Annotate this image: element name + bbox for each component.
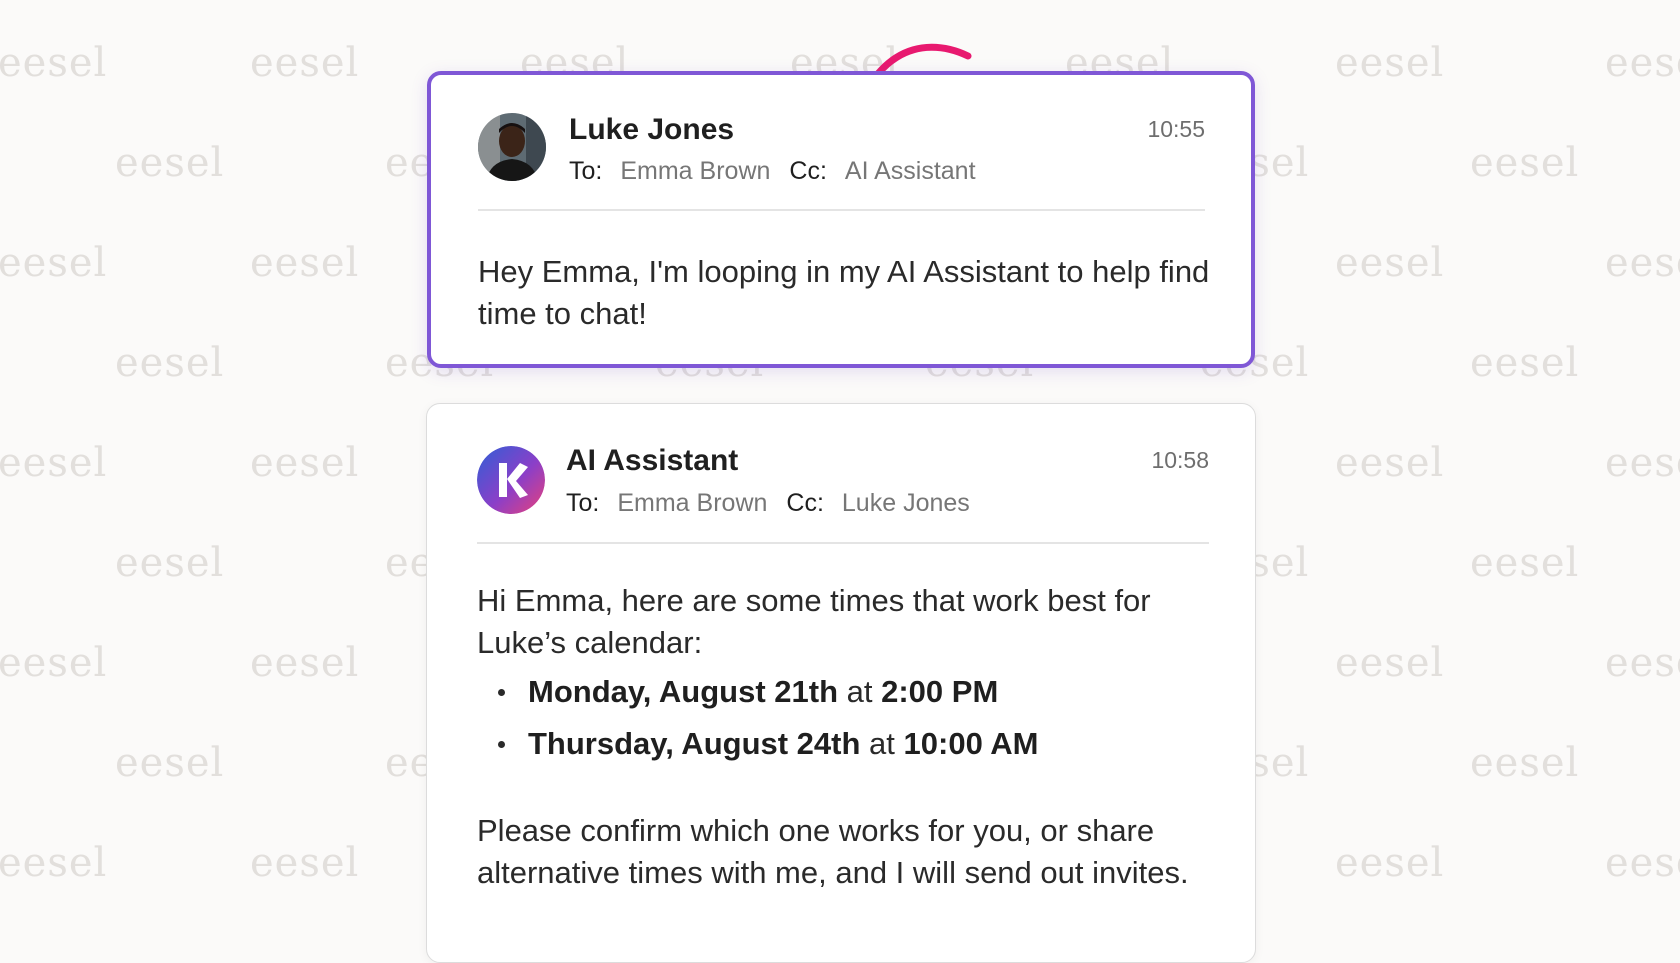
slot-day: Thursday, August 24th bbox=[528, 726, 861, 761]
message-time: 10:55 bbox=[1147, 116, 1205, 142]
watermark-text: eesel bbox=[0, 440, 108, 486]
watermark-text: eesel bbox=[115, 540, 225, 586]
to-recipient[interactable]: Emma Brown bbox=[617, 489, 767, 517]
to-recipient[interactable]: Emma Brown bbox=[620, 157, 770, 185]
email-card-ai-assistant[interactable]: AI Assistant 10:58 To: Emma Brown Cc: Luke … bbox=[426, 403, 1256, 963]
cc-label: Cc: bbox=[786, 489, 824, 517]
watermark-text: eesel bbox=[1605, 40, 1680, 86]
watermark-text: eesel bbox=[0, 40, 108, 86]
watermark-text: eesel bbox=[115, 140, 225, 186]
watermark-text: eesel bbox=[1605, 840, 1680, 886]
watermark-text: eesel bbox=[1335, 240, 1445, 286]
watermark-text: eesel bbox=[1335, 440, 1445, 486]
watermark-text: eesel bbox=[250, 640, 360, 686]
email-card-luke[interactable]: Luke Jones 10:55 To: Emma Brown Cc: AI Assi… bbox=[427, 71, 1255, 368]
watermark-text: eesel bbox=[1470, 740, 1580, 786]
slot-at: at bbox=[869, 726, 895, 761]
time-slot-list: Monday, August 21th at 2:00 PM Thursday,… bbox=[477, 666, 1039, 770]
message-body: Hey Emma, I'm looping in my AI Assistant… bbox=[478, 254, 1210, 331]
message-closing: Please confirm which one works for you, … bbox=[477, 813, 1189, 890]
watermark-text: eesel bbox=[0, 240, 108, 286]
watermark-text: eesel bbox=[250, 440, 360, 486]
time-slot-item: Monday, August 21th at 2:00 PM bbox=[477, 666, 1039, 718]
cc-recipient[interactable]: Luke Jones bbox=[842, 489, 970, 517]
slot-day: Monday, August 21th bbox=[528, 674, 838, 709]
recipients-line: To: Emma Brown Cc: Luke Jones bbox=[566, 489, 970, 518]
time-slot-item: Thursday, August 24th at 10:00 AM bbox=[477, 718, 1039, 770]
recipients-line: To: Emma Brown Cc: AI Assistant bbox=[569, 157, 976, 186]
watermark-text: eesel bbox=[1335, 840, 1445, 886]
watermark-text: eesel bbox=[1470, 140, 1580, 186]
watermark-text: eesel bbox=[250, 840, 360, 886]
header-divider bbox=[478, 209, 1205, 211]
watermark-text: eesel bbox=[1335, 40, 1445, 86]
bullet-icon bbox=[498, 741, 505, 748]
luke-avatar bbox=[478, 113, 546, 181]
slot-at: at bbox=[846, 674, 873, 709]
message-time: 10:58 bbox=[1151, 447, 1209, 473]
watermark-text: eesel bbox=[1605, 440, 1680, 486]
watermark-text: eesel bbox=[1470, 340, 1580, 386]
bullet-icon bbox=[498, 689, 505, 696]
ai-assistant-logo bbox=[477, 446, 545, 514]
watermark-text: eesel bbox=[1605, 640, 1680, 686]
sender-name: Luke Jones bbox=[569, 113, 735, 146]
header-divider bbox=[477, 542, 1209, 544]
watermark-text: eesel bbox=[1335, 640, 1445, 686]
watermark-text: eesel bbox=[115, 340, 225, 386]
watermark-text: eesel bbox=[250, 40, 360, 86]
watermark-text: eesel bbox=[250, 240, 360, 286]
to-label: To: bbox=[566, 489, 600, 517]
slot-time: 2:00 PM bbox=[881, 674, 999, 709]
watermark-text: eesel bbox=[1470, 540, 1580, 586]
message-intro: Hi Emma, here are some times that work b… bbox=[477, 583, 1151, 660]
watermark-text: eesel bbox=[0, 840, 108, 886]
to-label: To: bbox=[569, 157, 603, 185]
watermark-text: eesel bbox=[1605, 240, 1680, 286]
watermark-text: eesel bbox=[0, 640, 108, 686]
watermark-text: eesel bbox=[115, 740, 225, 786]
sender-name: AI Assistant bbox=[566, 444, 739, 477]
cc-label: Cc: bbox=[789, 157, 827, 185]
cc-recipient[interactable]: AI Assistant bbox=[845, 157, 976, 185]
slot-time: 10:00 AM bbox=[903, 726, 1039, 761]
